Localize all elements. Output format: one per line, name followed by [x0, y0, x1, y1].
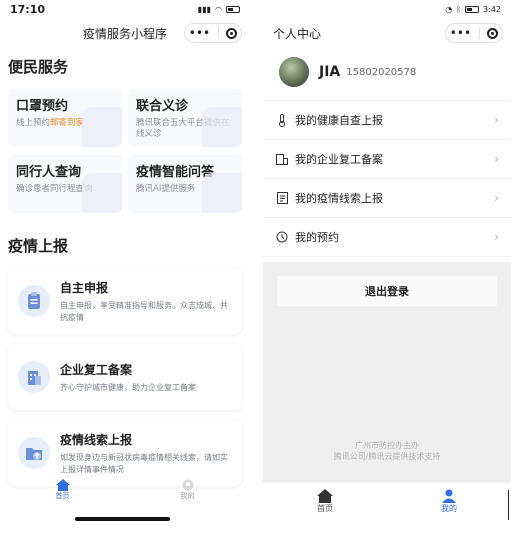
- nav-bar: 疫情服务小程序 •••: [0, 18, 250, 48]
- capsule-divider: [478, 27, 480, 39]
- footer-tech-support: 腾讯公司/腾讯云提供技术支持: [333, 452, 441, 462]
- report-text: 疫情线索上报 如发现身边与新冠状病毒疫情相关线索，请如实上报详情事件情况: [60, 431, 232, 474]
- services-heading: 便民服务: [8, 58, 69, 76]
- miniprogram-capsule: •••: [184, 23, 242, 43]
- service-companion-query[interactable]: 同行人查询 确诊患者同行程查询: [8, 155, 122, 213]
- footer-credits: 广州市防控办主办 腾讯公司/腾讯云提供技术支持: [263, 440, 511, 462]
- menu-list: 我的健康自查上报 › 我的企业复工备案 › 我的疫情线索上报 › 我的预约 ›: [263, 100, 511, 257]
- report-desc: 自主申报，享受精准指导和服务。众志成城、共抗疫情: [60, 301, 228, 322]
- report-self-declare[interactable]: 自主申报 自主申报，享受精准指导和服务。众志成城、共抗疫情: [8, 268, 242, 334]
- avatar: [279, 57, 309, 87]
- user-icon: [182, 479, 193, 491]
- wifi-icon: ◠: [215, 4, 222, 14]
- footer-organizer: 广州市防控办主办: [355, 441, 419, 450]
- tab-bar: 首页 我的: [0, 475, 250, 505]
- building-icon: [275, 152, 289, 166]
- logout-button[interactable]: 退出登录: [277, 276, 497, 306]
- page-title: 个人中心: [273, 26, 322, 41]
- tab-label: 首页: [55, 492, 70, 500]
- folder-upload-icon: [18, 437, 50, 469]
- menu-appointments[interactable]: 我的预约 ›: [263, 218, 511, 257]
- nav-bar: 个人中心 •••: [263, 18, 511, 48]
- service-mask-booking[interactable]: 口罩预约 线上预约邮寄到家: [8, 89, 122, 147]
- home-icon: [317, 488, 333, 503]
- tab-home[interactable]: 首页: [0, 475, 125, 505]
- screen-edge-mark: [508, 490, 509, 520]
- calendar-icon: [275, 230, 289, 244]
- chevron-right-icon: ›: [494, 152, 499, 166]
- page-title: 疫情服务小程序: [82, 26, 167, 41]
- battery-icon: [465, 5, 480, 13]
- service-ai-qa[interactable]: 疫情智能问答 腾讯AI提供服务: [128, 155, 242, 213]
- home-indicator: [75, 517, 170, 521]
- tab-home[interactable]: 首页: [263, 483, 387, 519]
- battery-icon: [226, 5, 240, 13]
- status-time: 17:10: [10, 2, 46, 16]
- tab-label: 我的: [180, 492, 195, 500]
- menu-health-report[interactable]: 我的健康自查上报 ›: [263, 101, 511, 140]
- clipboard-icon: [18, 285, 50, 317]
- user-phone: 15802020578: [346, 66, 417, 78]
- bluetooth-icon: ᛒ: [456, 4, 462, 14]
- report-desc: 如发现身边与新冠状病毒疫情相关线索，请如实上报详情事件情况: [60, 453, 228, 474]
- close-miniprogram-icon[interactable]: [487, 27, 499, 39]
- status-icons: ▮▮▮ ◠: [198, 5, 240, 14]
- qa-decoration-icon: [202, 173, 242, 213]
- user-icon: [442, 489, 456, 503]
- consult-decoration-icon: [202, 107, 242, 147]
- miniprogram-capsule: •••: [445, 23, 503, 43]
- thermometer-icon: [275, 113, 289, 127]
- service-joint-consult[interactable]: 联合义诊 腾讯联合五大平台提供在线义诊: [128, 89, 242, 147]
- tab-label: 我的: [441, 503, 457, 513]
- services-grid: 口罩预约 线上预约邮寄到家 联合义诊 腾讯联合五大平台提供在线义诊 同行人查询 …: [0, 85, 250, 217]
- status-bar: ◔ ᛒ 3:42: [263, 0, 511, 18]
- right-screen: ◔ ᛒ 3:42 个人中心 ••• JIA 15802020578 我的健康自查…: [263, 0, 511, 533]
- chevron-right-icon: ›: [494, 230, 499, 244]
- report-list: 自主申报 自主申报，享受精准指导和服务。众志成城、共抗疫情 企业复工备案 齐心守…: [0, 264, 250, 500]
- settings-area: 退出登录 广州市防控办主办 腾讯公司/腾讯云提供技术支持: [263, 262, 511, 483]
- report-title: 疫情线索上报: [60, 433, 133, 448]
- menu-label: 我的健康自查上报: [295, 114, 383, 127]
- capsule-divider: [217, 27, 219, 39]
- report-desc: 齐心守护城市健康，助力企业复工备案: [60, 382, 196, 392]
- mask-decoration-icon: [82, 107, 122, 147]
- signal-icon: ▮▮▮: [197, 4, 212, 14]
- status-bar: 17:10 ▮▮▮ ◠: [0, 0, 250, 18]
- tab-mine[interactable]: 我的: [125, 475, 250, 505]
- report-text: 企业复工备案 齐心守护城市健康，助力企业复工备案: [60, 361, 196, 393]
- report-enterprise-resume[interactable]: 企业复工备案 齐心守护城市健康，助力企业复工备案: [8, 344, 242, 410]
- tab-label: 首页: [317, 503, 333, 513]
- status-icons: ◔ ᛒ 3:42: [445, 5, 501, 14]
- menu-enterprise-resume[interactable]: 我的企业复工备案 ›: [263, 140, 511, 179]
- building-icon: [18, 361, 50, 393]
- alarm-icon: ◔: [445, 4, 453, 14]
- more-icon[interactable]: •••: [189, 27, 210, 39]
- query-decoration-icon: [82, 173, 122, 213]
- more-icon[interactable]: •••: [450, 27, 471, 39]
- status-time: 3:42: [483, 4, 501, 14]
- tab-bar: 首页 我的: [263, 483, 511, 519]
- profile-header[interactable]: JIA 15802020578: [263, 48, 511, 96]
- menu-label: 我的疫情线索上报: [295, 192, 383, 205]
- home-icon: [55, 479, 70, 491]
- left-screen: 17:10 ▮▮▮ ◠ 疫情服务小程序 ••• 便民服务 口罩预约 线上预约邮寄…: [0, 0, 250, 533]
- document-icon: [275, 191, 289, 205]
- menu-clue-report[interactable]: 我的疫情线索上报 ›: [263, 179, 511, 218]
- tab-mine[interactable]: 我的: [387, 483, 511, 519]
- report-title: 企业复工备案: [60, 362, 133, 377]
- report-text: 自主申报 自主申报，享受精准指导和服务。众志成城、共抗疫情: [60, 279, 232, 322]
- chevron-right-icon: ›: [494, 191, 499, 205]
- chevron-right-icon: ›: [494, 113, 499, 127]
- close-miniprogram-icon[interactable]: [226, 27, 238, 39]
- report-heading: 疫情上报: [8, 237, 69, 255]
- user-name: JIA: [319, 64, 341, 80]
- menu-label: 我的企业复工备案: [295, 153, 383, 166]
- report-title: 自主申报: [60, 281, 109, 296]
- menu-label: 我的预约: [295, 231, 339, 244]
